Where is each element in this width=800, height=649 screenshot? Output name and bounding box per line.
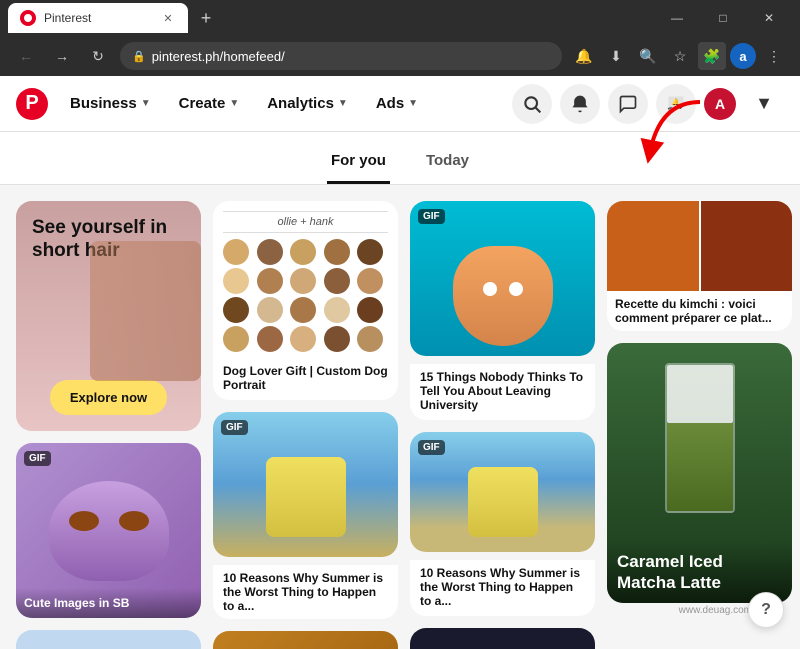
more-button[interactable]: ▼	[744, 84, 784, 124]
gif-badge-patrick: GIF	[418, 209, 445, 224]
refresh-button[interactable]: ↻	[84, 42, 112, 70]
spongebob-title2: 10 Reasons Why Summer is the Worst Thing…	[410, 560, 595, 616]
url-bar[interactable]: 🔒 pinterest.ph/homefeed/	[120, 42, 562, 70]
bell-button[interactable]	[560, 84, 600, 124]
spongebob-gif-pin[interactable]: GIF	[410, 432, 595, 552]
forward-button[interactable]: →	[48, 42, 76, 70]
address-bar: ← → ↻ 🔒 pinterest.ph/homefeed/ 🔔 ⬇ 🔍 ☆ 🧩…	[0, 36, 800, 76]
back-button[interactable]: ←	[12, 42, 40, 70]
search-button[interactable]	[512, 84, 552, 124]
tab-bar: Pinterest ✕ + — □ ✕	[0, 0, 800, 36]
flag-button[interactable]: 🔔	[656, 84, 696, 124]
new-tab-button[interactable]: +	[192, 4, 220, 32]
tab-favicon	[20, 10, 36, 26]
tab-title: Pinterest	[44, 11, 152, 25]
kimchi-title: Recette du kimchi : voici comment prépar…	[607, 291, 792, 331]
ollie-hank-label: ollie + hank	[223, 211, 388, 233]
gif-badge-spongebob: GIF	[221, 420, 248, 435]
bell-icon	[570, 94, 590, 114]
matcha-pin[interactable]: Caramel Iced Matcha Latte	[607, 343, 792, 603]
main-content: See yourself in short hair Explore now G…	[0, 185, 800, 649]
browser-chrome: Pinterest ✕ + — □ ✕ ← → ↻ 🔒 pinterest.ph…	[0, 0, 800, 76]
create-chevron: ▼	[229, 98, 239, 109]
pinterest-app: P Business ▼ Create ▼ Analytics ▼ Ads ▼ …	[0, 76, 800, 649]
download-button[interactable]: ⬇	[602, 42, 630, 70]
active-tab[interactable]: Pinterest ✕	[8, 3, 188, 33]
matcha-title: Caramel Iced Matcha Latte	[617, 552, 782, 593]
svg-text:🔔: 🔔	[672, 98, 680, 106]
close-button[interactable]: ✕	[746, 0, 792, 36]
menu-button[interactable]: ⋮	[760, 42, 788, 70]
browser-profile[interactable]: a	[730, 43, 756, 69]
chat-icon	[618, 94, 638, 114]
user-avatar[interactable]: A	[704, 88, 736, 120]
food-pin[interactable]	[213, 631, 398, 649]
column-1: See yourself in short hair Explore now G…	[16, 201, 201, 649]
rejected-pin[interactable]: REJECTED	[16, 630, 201, 649]
spongebob-pin[interactable]: GIF	[213, 412, 398, 557]
gary-title: Cute Images in SB	[16, 588, 201, 618]
column-4: Recette du kimchi : voici comment prépar…	[607, 201, 792, 649]
dog-title: Dog Lover Gift | Custom Dog Portrait	[213, 356, 398, 400]
pinterest-navbar: P Business ▼ Create ▼ Analytics ▼ Ads ▼ …	[0, 76, 800, 132]
patrick-pin[interactable]: GIF	[410, 201, 595, 356]
zoom-button[interactable]: 🔍	[634, 42, 662, 70]
kimchi-pin[interactable]: Recette du kimchi : voici comment prépar…	[607, 201, 792, 331]
search-icon	[522, 94, 542, 114]
column-2: ollie + hank	[213, 201, 398, 649]
spongebob-title: 10 Reasons Why Summer is the Worst Thing…	[213, 565, 398, 619]
dog-pin[interactable]: ollie + hank	[213, 201, 398, 400]
url-text: pinterest.ph/homefeed/	[152, 49, 550, 64]
bookmark-button[interactable]: ☆	[666, 42, 694, 70]
business-chevron: ▼	[141, 98, 151, 109]
gif-badge-gary: GIF	[24, 451, 51, 466]
mug-pin[interactable]: STARTER FLUID	[410, 628, 595, 649]
tab-for-you[interactable]: For you	[327, 144, 390, 184]
feed-tabs: For you Today	[0, 132, 800, 185]
chat-button[interactable]	[608, 84, 648, 124]
nav-create[interactable]: Create ▼	[169, 87, 250, 120]
notifications-button[interactable]: 🔔	[570, 42, 598, 70]
pinterest-logo[interactable]: P	[16, 88, 48, 120]
pins-grid: See yourself in short hair Explore now G…	[16, 201, 784, 649]
tab-close-button[interactable]: ✕	[160, 10, 176, 26]
analytics-chevron: ▼	[338, 98, 348, 109]
patrick-title: 15 Things Nobody Thinks To Tell You Abou…	[410, 364, 595, 420]
gif-badge-gif2: GIF	[418, 440, 445, 455]
window-controls: — □ ✕	[654, 0, 792, 36]
tab-today[interactable]: Today	[422, 144, 473, 184]
browser-actions: 🔔 ⬇ 🔍 ☆ 🧩 a ⋮	[570, 42, 788, 70]
promo-pin[interactable]: See yourself in short hair Explore now	[16, 201, 201, 431]
lock-icon: 🔒	[132, 50, 146, 63]
gary-pin[interactable]: GIF Cute Images in SB	[16, 443, 201, 618]
column-3: GIF 15 Things Nobody Thinks To Tell You …	[410, 201, 595, 649]
nav-analytics[interactable]: Analytics ▼	[257, 87, 358, 120]
ads-chevron: ▼	[408, 98, 418, 109]
minimize-button[interactable]: —	[654, 0, 700, 36]
nav-ads[interactable]: Ads ▼	[366, 87, 428, 120]
watermark: www.deuag.com	[679, 605, 752, 616]
promo-button[interactable]: Explore now	[50, 380, 167, 415]
nav-business[interactable]: Business ▼	[60, 87, 161, 120]
flag-icon: 🔔	[666, 94, 686, 114]
maximize-button[interactable]: □	[700, 0, 746, 36]
extensions-button[interactable]: 🧩	[698, 42, 726, 70]
help-button[interactable]: ?	[748, 592, 784, 628]
